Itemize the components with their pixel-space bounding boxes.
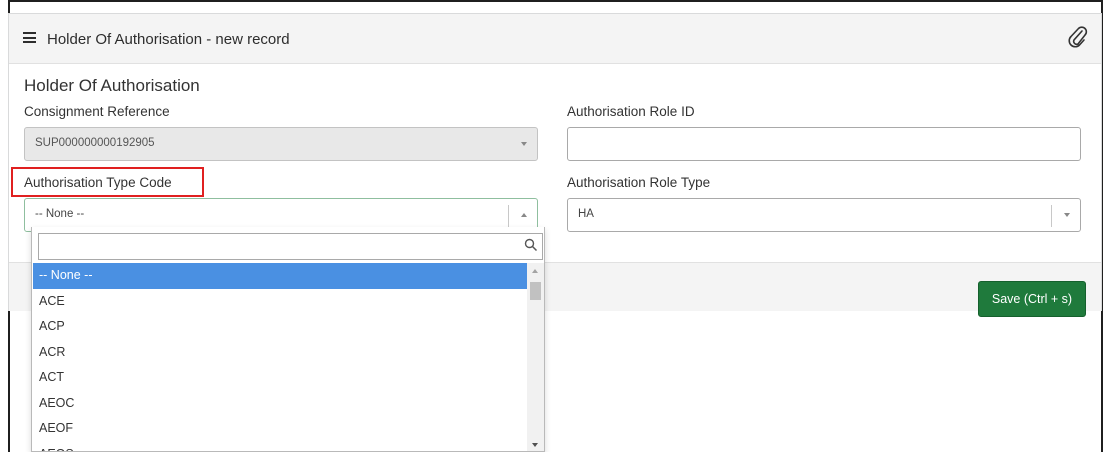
authorisation-role-type-label: Authorisation Role Type [567,175,711,190]
chevron-up-icon[interactable] [521,213,527,217]
dropdown-option[interactable]: AEOC [33,391,527,417]
select-separator [1051,205,1052,227]
scroll-down-icon[interactable] [532,443,538,447]
authorisation-role-id-label: Authorisation Role ID [567,104,695,119]
authorisation-role-id-input[interactable] [567,127,1081,161]
dropdown-options-list: -- None --ACEACPACRACTAEOCAEOFAEOS [33,263,527,452]
dropdown-option[interactable]: AEOS [33,442,527,452]
consignment-reference-select: SUP000000000192905 [24,127,538,161]
authorisation-role-type-select[interactable]: HA [567,198,1081,232]
save-button[interactable]: Save (Ctrl + s) [978,281,1086,317]
authorisation-type-code-dropdown: -- None --ACEACPACRACTAEOCAEOFAEOS [31,227,545,452]
dropdown-option[interactable]: -- None -- [33,263,527,289]
dropdown-option[interactable]: ACP [33,314,527,340]
consignment-reference-label: Consignment Reference [24,104,170,119]
dropdown-option[interactable]: ACT [33,365,527,391]
highlight-box [11,167,204,197]
dropdown-option[interactable]: ACR [33,340,527,366]
form-title: Holder Of Authorisation - new record [47,31,290,48]
authorisation-type-code-value: -- None -- [35,208,85,220]
dropdown-option[interactable]: ACE [33,289,527,315]
scroll-up-icon[interactable] [532,269,538,273]
section-title: Holder Of Authorisation [24,76,200,95]
form-header: Holder Of Authorisation - new record [9,14,1101,64]
select-separator [508,205,509,227]
menu-icon[interactable] [23,32,36,43]
scroll-thumb[interactable] [530,282,541,300]
dropdown-scrollbar[interactable] [527,263,544,451]
search-icon [524,238,538,252]
consignment-reference-value: SUP000000000192905 [35,137,155,149]
authorisation-role-type-value: HA [578,208,594,220]
paperclip-icon[interactable] [1067,26,1089,50]
chevron-down-icon [521,142,527,146]
dropdown-option[interactable]: AEOF [33,416,527,442]
dropdown-search-input[interactable] [38,233,543,260]
chevron-down-icon[interactable] [1064,213,1070,217]
